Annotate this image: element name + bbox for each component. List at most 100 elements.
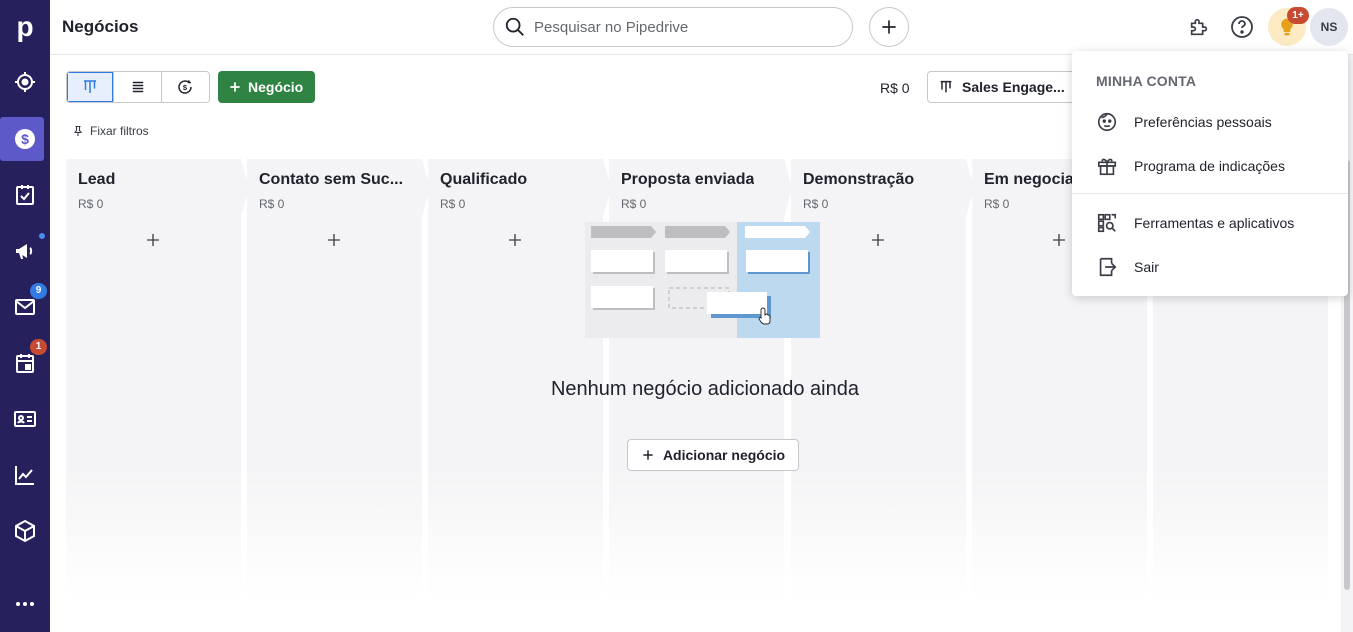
pin-filters-label: Fixar filtros xyxy=(90,124,149,138)
target-icon xyxy=(15,72,35,92)
add-deal-empty-button[interactable]: Adicionar negócio xyxy=(627,439,799,471)
box-icon xyxy=(15,519,35,543)
stage-value: R$ 0 xyxy=(78,197,104,211)
pin-filters-button[interactable]: Fixar filtros xyxy=(72,124,149,138)
stage-column: Lead R$ 0 xyxy=(66,159,249,599)
stage-column: Contato sem Suc... R$ 0 xyxy=(247,159,430,599)
menu-item-label: Sair xyxy=(1134,259,1159,275)
stage-name: Demonstração xyxy=(803,171,915,188)
stage-name: Proposta enviada xyxy=(621,171,755,188)
gift-icon xyxy=(1097,158,1117,176)
menu-divider xyxy=(1072,193,1348,194)
nav-leads[interactable] xyxy=(0,60,50,104)
checklist-icon xyxy=(16,185,34,205)
search-box[interactable] xyxy=(493,7,853,47)
sidebar: p $ 9 1 xyxy=(0,0,50,632)
nav-campaigns[interactable] xyxy=(0,229,50,273)
apps-icon xyxy=(1097,213,1117,233)
mail-icon xyxy=(15,299,35,315)
nav-calendar[interactable]: 1 xyxy=(0,339,50,385)
calendar-badge: 1 xyxy=(30,339,47,355)
marketplace-button[interactable] xyxy=(1186,14,1212,40)
menu-item-label: Preferências pessoais xyxy=(1134,114,1272,130)
plus-icon xyxy=(509,234,521,246)
chart-line-icon xyxy=(15,466,34,485)
topbar: Negócios 1+ NS xyxy=(50,0,1353,55)
account-menu: MINHA CONTA Preferências pessoais Progra… xyxy=(1072,51,1348,296)
list-icon xyxy=(132,81,143,93)
nav-deals[interactable]: $ xyxy=(0,117,50,161)
stage-add-button[interactable] xyxy=(1048,229,1070,251)
stage-value: R$ 0 xyxy=(259,197,285,211)
logout-icon xyxy=(1099,257,1117,277)
stage-add-button[interactable] xyxy=(323,229,345,251)
nav-mail[interactable]: 9 xyxy=(0,283,50,329)
quick-add-button[interactable] xyxy=(869,7,909,47)
add-deal-empty-label: Adicionar negócio xyxy=(662,447,786,463)
nav-contacts[interactable] xyxy=(0,397,50,441)
view-switcher: $ xyxy=(66,71,210,103)
view-list-button[interactable] xyxy=(114,72,162,102)
stage-name: Qualificado xyxy=(440,171,528,188)
stage-name: Lead xyxy=(78,171,116,188)
menu-item-label: Ferramentas e aplicativos xyxy=(1134,215,1295,231)
help-button[interactable] xyxy=(1229,14,1255,40)
dollar-icon: $ xyxy=(15,129,35,149)
face-icon xyxy=(1097,112,1117,132)
nav-insights[interactable] xyxy=(0,453,50,497)
kanban-icon xyxy=(84,80,97,93)
plus-icon xyxy=(1053,234,1065,246)
tips-badge: 1+ xyxy=(1287,7,1309,24)
help-icon xyxy=(1231,16,1253,38)
menu-item-logout[interactable]: Sair xyxy=(1072,245,1348,289)
plus-icon xyxy=(643,450,653,460)
stage-value: R$ 0 xyxy=(621,197,647,211)
menu-item-label: Programa de indicações xyxy=(1134,158,1285,174)
plus-icon xyxy=(882,20,896,34)
empty-pipeline-illustration xyxy=(585,222,820,338)
stage-add-button[interactable] xyxy=(504,229,526,251)
plus-icon xyxy=(328,234,340,246)
stage-add-button[interactable] xyxy=(142,229,164,251)
kanban-icon xyxy=(940,80,952,93)
forecast-icon: $ xyxy=(178,80,193,94)
svg-text:$: $ xyxy=(183,83,188,92)
pin-icon xyxy=(73,125,83,136)
stage-add-button[interactable] xyxy=(867,229,889,251)
plus-icon xyxy=(872,234,884,246)
nav-products[interactable] xyxy=(0,509,50,553)
menu-item-referral[interactable]: Programa de indicações xyxy=(1072,144,1348,188)
add-deal-button[interactable]: Negócio xyxy=(218,71,316,103)
page-title: Negócios xyxy=(62,17,139,36)
pipedrive-logo[interactable]: p xyxy=(0,0,50,54)
plus-icon xyxy=(147,234,159,246)
stage-name: Contato sem Suc... xyxy=(259,171,404,188)
mail-badge: 9 xyxy=(30,283,47,299)
stage-value: R$ 0 xyxy=(440,197,466,211)
more-dots-icon xyxy=(16,602,34,606)
add-deal-label: Negócio xyxy=(248,79,304,95)
stage-value: R$ 0 xyxy=(984,197,1010,211)
pipeline-select-label: Sales Engage... xyxy=(962,79,1065,95)
megaphone-icon xyxy=(16,244,33,259)
campaigns-notification-dot xyxy=(39,233,45,239)
app: p $ 9 1 Negócios Pesquisar no Pipedrive … xyxy=(0,0,1353,632)
menu-item-preferences[interactable]: Preferências pessoais xyxy=(1072,100,1348,144)
view-forecast-button[interactable]: $ xyxy=(161,72,209,102)
view-pipeline-button[interactable] xyxy=(67,72,115,102)
plus-icon xyxy=(230,82,240,92)
account-menu-header: MINHA CONTA xyxy=(1096,73,1197,89)
svg-text:$: $ xyxy=(21,131,29,147)
nav-activities[interactable] xyxy=(0,173,50,217)
pipeline-total: R$ 0 xyxy=(880,80,910,96)
menu-item-tools[interactable]: Ferramentas e aplicativos xyxy=(1072,201,1348,245)
pipeline-select[interactable]: Sales Engage... xyxy=(927,71,1077,103)
puzzle-icon xyxy=(1190,18,1208,36)
calendar-icon xyxy=(16,354,34,373)
account-avatar[interactable]: NS xyxy=(1310,8,1348,46)
search-input[interactable] xyxy=(534,18,834,36)
contact-card-icon xyxy=(14,411,36,427)
stage-value: R$ 0 xyxy=(803,197,829,211)
nav-more[interactable] xyxy=(0,582,50,626)
search-icon xyxy=(505,17,524,36)
